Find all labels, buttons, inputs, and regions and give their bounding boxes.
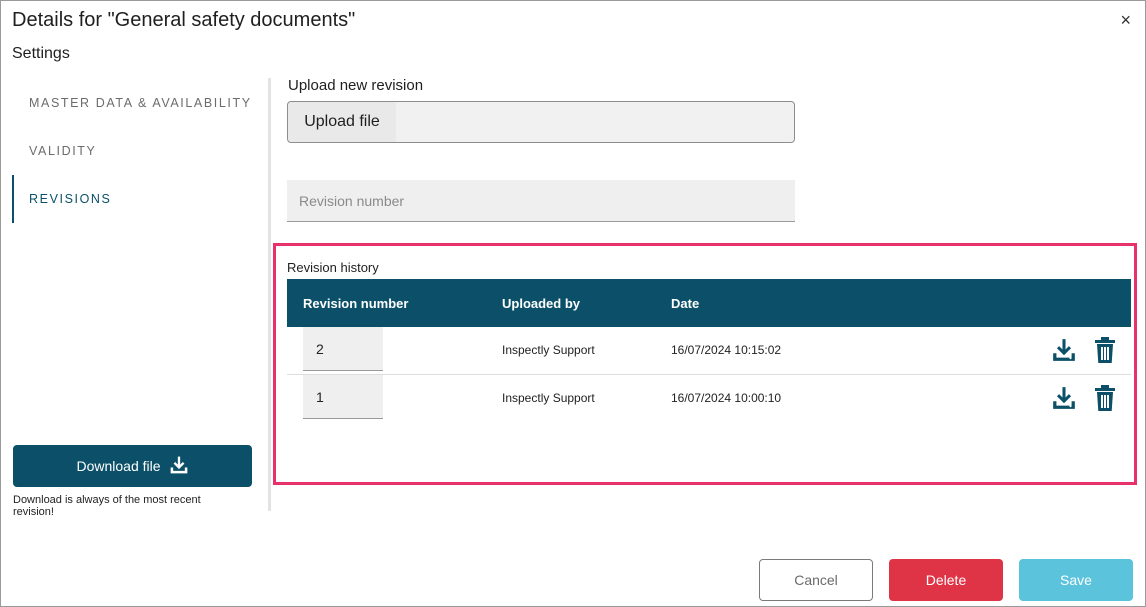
close-icon[interactable]: × [1120, 11, 1131, 29]
nav-item-revisions[interactable]: REVISIONS [12, 175, 269, 223]
col-date: Date [671, 295, 700, 311]
upload-file-field[interactable]: Upload file [287, 101, 795, 143]
dialog-title: Details for "General safety documents" [12, 9, 356, 31]
save-button[interactable]: Save [1019, 559, 1133, 601]
settings-nav: MASTER DATA & AVAILABILITY VALIDITY REVI… [12, 79, 269, 223]
details-dialog: Details for "General safety documents" ×… [0, 0, 1146, 607]
uploaded-by-cell: Inspectly Support [502, 391, 595, 405]
download-icon[interactable] [1051, 337, 1077, 363]
date-cell: 16/07/2024 10:00:10 [671, 391, 782, 405]
download-icon[interactable] [1051, 385, 1077, 411]
revision-number-input[interactable]: Revision number [287, 180, 795, 222]
date-cell: 16/07/2024 10:15:02 [671, 343, 782, 357]
revision-history-label: Revision history [287, 260, 379, 275]
vertical-divider [268, 78, 271, 511]
trash-icon[interactable] [1092, 337, 1118, 363]
nav-item-master-data[interactable]: MASTER DATA & AVAILABILITY [12, 79, 269, 127]
settings-heading: Settings [12, 45, 70, 62]
trash-icon[interactable] [1092, 385, 1118, 411]
uploaded-by-cell: Inspectly Support [502, 343, 595, 357]
col-uploaded-by: Uploaded by [502, 295, 581, 311]
download-note: Download is always of the most recent re… [13, 494, 201, 518]
history-table-header: Revision number Uploaded by Date [287, 279, 1131, 327]
download-file-button[interactable]: Download file [13, 445, 252, 487]
download-icon [169, 455, 189, 478]
nav-item-validity[interactable]: VALIDITY [12, 127, 269, 175]
upload-label: Upload new revision [288, 77, 424, 94]
delete-button[interactable]: Delete [889, 559, 1003, 601]
revision-cell-input[interactable]: 1 [303, 375, 383, 419]
revision-cell-input[interactable]: 2 [303, 327, 383, 371]
table-row: 2 Inspectly Support 16/07/2024 10:15:02 [287, 327, 1131, 375]
download-file-label: Download file [76, 458, 161, 474]
upload-file-button[interactable]: Upload file [288, 102, 396, 142]
col-revision-number: Revision number [303, 295, 409, 311]
table-row: 1 Inspectly Support 16/07/2024 10:00:10 [287, 375, 1131, 423]
cancel-button[interactable]: Cancel [759, 559, 873, 601]
